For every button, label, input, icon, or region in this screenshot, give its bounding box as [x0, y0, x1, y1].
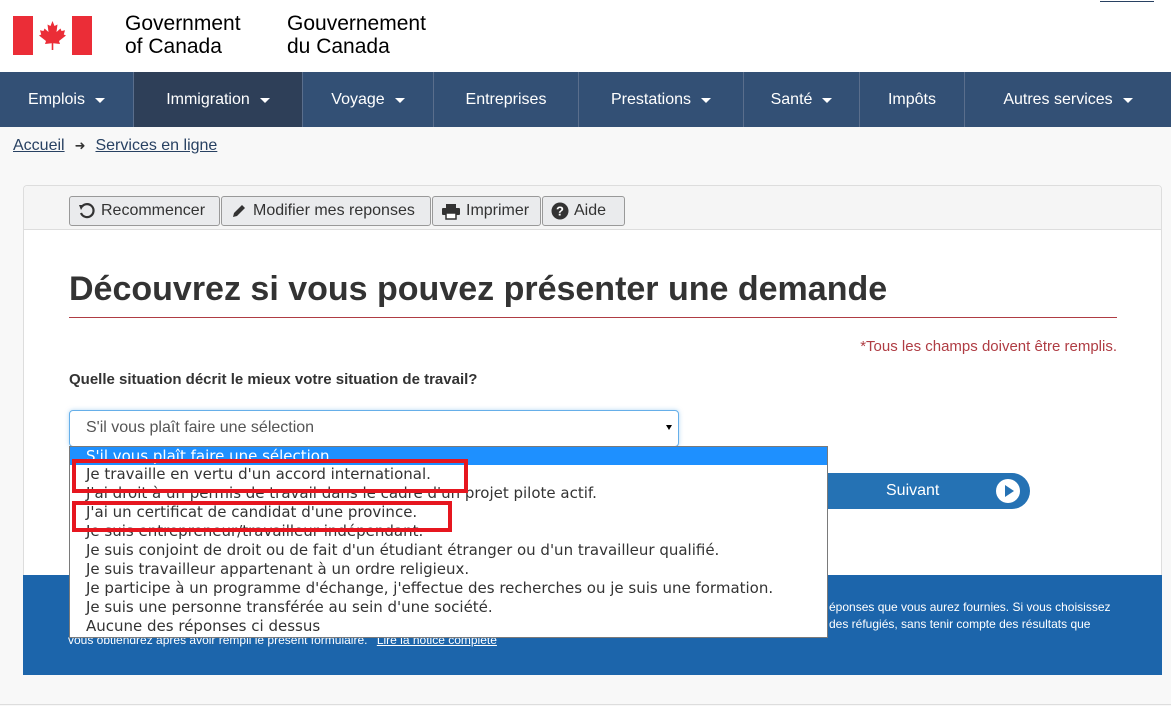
org-name-english: Government of Canada [125, 12, 241, 58]
play-circle-icon [996, 479, 1020, 503]
chevron-down-icon [701, 98, 712, 103]
question-circle-icon: ? [551, 202, 569, 220]
page-title: Découvrez si vous pouvez présenter une d… [69, 270, 888, 308]
chevron-down-icon [394, 98, 405, 103]
breadcrumb: Accueil ➜ Services en ligne [13, 137, 217, 155]
highlight-box-option-certificat [72, 501, 452, 532]
breadcrumb-home-link[interactable]: Accueil [13, 137, 65, 155]
select-current-value: S'il vous plaît faire une sélection [86, 419, 315, 436]
edit-answers-label: Modifier mes reponses [253, 202, 415, 219]
required-fields-note: *Tous les champs doivent être remplis. [860, 338, 1117, 355]
menu-item-impots[interactable]: Impôts [860, 72, 965, 127]
main-menu: Emplois Immigration Voyage Entreprises P… [0, 72, 1171, 127]
menu-item-voyage[interactable]: Voyage [303, 72, 434, 127]
print-label: Imprimer [466, 202, 530, 219]
org-name-french: Gouvernement du Canada [287, 12, 426, 58]
menu-item-autres-services[interactable]: Autres services [965, 72, 1171, 127]
help-button[interactable]: ? Aide [542, 196, 625, 226]
highlight-box-option-accord [72, 459, 468, 493]
dropdown-option[interactable]: Je suis une personne transférée au sein … [70, 598, 827, 617]
refresh-icon [79, 203, 95, 219]
menu-item-immigration[interactable]: Immigration [134, 72, 303, 127]
next-button-label: Suivant [886, 482, 940, 499]
footer-divider [0, 704, 1171, 705]
site-header: Government of Canada Gouvernement du Can… [0, 0, 1171, 72]
notice-text-line2: des réfugiés, sans tenir compte des résu… [829, 617, 1091, 631]
dropdown-option[interactable]: Aucune des réponses ci dessus [70, 617, 827, 636]
chevron-down-icon [822, 98, 833, 103]
canada-flag-logo [13, 16, 92, 55]
svg-text:?: ? [556, 204, 564, 219]
menu-item-prestations[interactable]: Prestations [579, 72, 744, 127]
print-button[interactable]: Imprimer [432, 196, 541, 226]
chevron-down-icon [94, 98, 105, 103]
edit-answers-button[interactable]: Modifier mes reponses [221, 196, 431, 226]
work-situation-select[interactable]: S'il vous plaît faire une sélection [69, 410, 679, 447]
work-situation-question: Quelle situation décrit le mieux votre s… [69, 371, 478, 388]
dropdown-arrow-icon [666, 425, 672, 430]
dropdown-option[interactable]: Je suis conjoint de droit ou de fait d'u… [70, 541, 827, 560]
notice-text-line1: éponses que vous aurez fournies. Si vous… [829, 600, 1111, 614]
dropdown-option[interactable]: Je participe à un programme d'échange, j… [70, 579, 827, 598]
chevron-down-icon [259, 98, 270, 103]
pencil-icon [233, 205, 245, 217]
restart-button[interactable]: Recommencer [69, 196, 220, 226]
dropdown-option[interactable]: Je suis travailleur appartenant à un ord… [70, 560, 827, 579]
arrow-right-icon: ➜ [74, 138, 86, 153]
menu-item-emplois[interactable]: Emplois [0, 72, 134, 127]
breadcrumb-current-link[interactable]: Services en ligne [95, 137, 217, 155]
title-underline [69, 317, 1117, 318]
menu-item-entreprises[interactable]: Entreprises [434, 72, 579, 127]
help-label: Aide [574, 202, 607, 219]
next-button[interactable]: Suivant [805, 473, 1030, 509]
chevron-down-icon [1122, 98, 1133, 103]
printer-icon [442, 204, 460, 220]
restart-label: Recommencer [101, 202, 206, 219]
menu-item-sante[interactable]: Santé [744, 72, 860, 127]
language-toggle-link[interactable] [1100, 0, 1154, 2]
